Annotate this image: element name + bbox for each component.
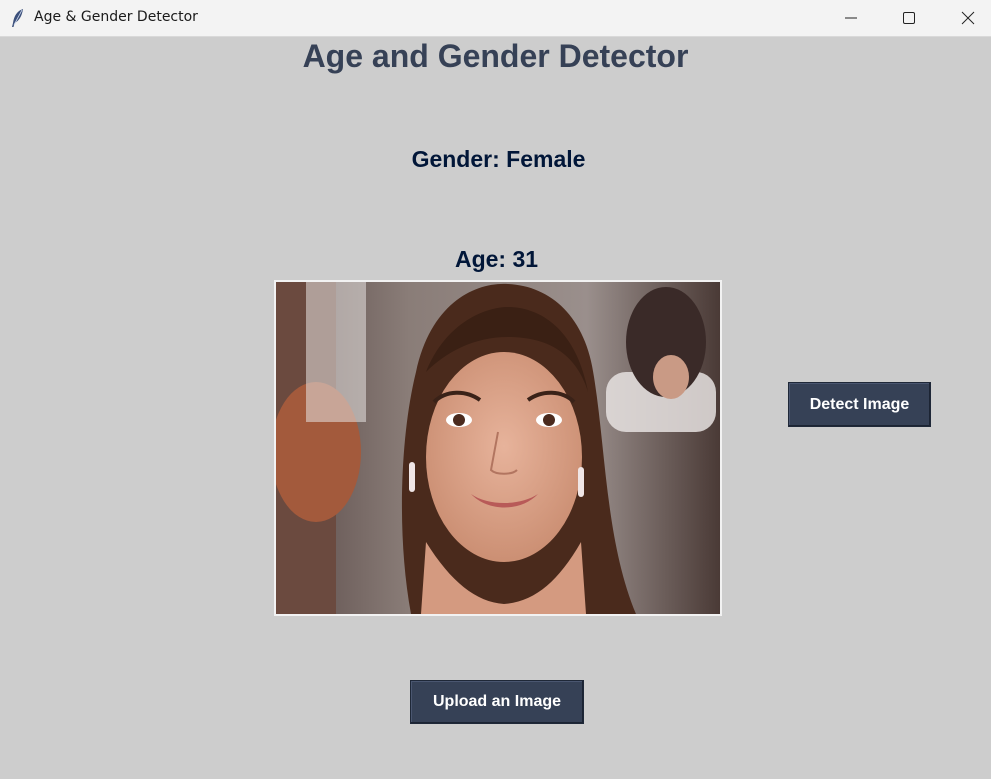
maximize-icon	[903, 12, 915, 24]
window-title: Age & Gender Detector	[34, 9, 198, 25]
minimize-icon	[845, 17, 857, 19]
age-result-label: Age: 31	[454, 246, 539, 272]
feather-icon	[10, 8, 26, 28]
detect-image-button[interactable]: Detect Image	[788, 382, 931, 427]
gender-result-label: Gender: Female	[411, 146, 586, 172]
close-icon	[961, 11, 975, 25]
close-button[interactable]	[945, 0, 991, 36]
title-bar: Age & Gender Detector	[0, 0, 991, 37]
maximize-button[interactable]	[886, 0, 932, 36]
uploaded-photo	[274, 280, 722, 616]
page-title: Age and Gender Detector	[302, 38, 689, 74]
upload-image-button[interactable]: Upload an Image	[410, 680, 584, 724]
portrait-photo-image	[276, 282, 720, 614]
minimize-button[interactable]	[828, 0, 874, 36]
